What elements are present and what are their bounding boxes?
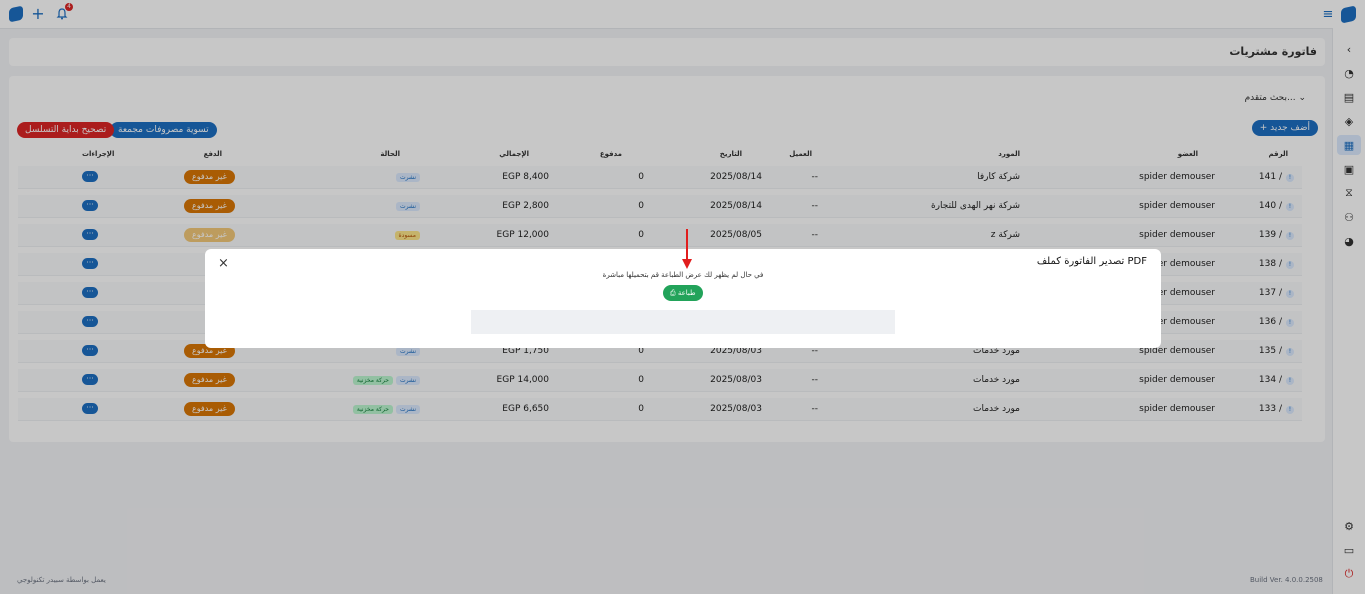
print-button[interactable]: ⎙ طباعة xyxy=(663,285,703,301)
annotation-arrow-icon xyxy=(682,229,692,269)
modal-message: في حال لم يظهر لك عرض الطباعة قم بتحميله… xyxy=(602,271,764,279)
close-icon[interactable]: × xyxy=(218,257,229,270)
modal-title: تصدير الفاتورة كملف PDF xyxy=(1036,256,1147,267)
pdf-preview-area xyxy=(471,310,895,334)
